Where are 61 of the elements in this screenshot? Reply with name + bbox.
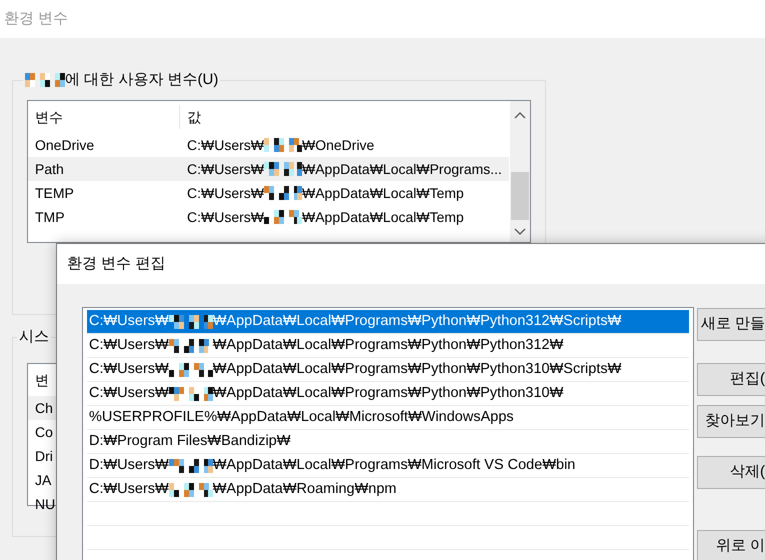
pixelated-mosaic (264, 210, 302, 224)
list-row[interactable]: Path C:₩Users₩ ₩AppData₩Local₩Programs... (28, 157, 509, 181)
table-cell-text: ₩AppData₩Local₩Programs... (302, 160, 502, 179)
pixelated-mosaic (25, 73, 65, 87)
pixelated-mosaic (168, 482, 213, 496)
path-text: C:₩Users₩ (89, 312, 169, 331)
table-cell-text: C:₩Users₩ (187, 184, 264, 202)
path-text: ₩AppData₩Local₩Programs₩Python₩Python310₩ (212, 384, 564, 403)
path-entry[interactable]: D:₩Program Files₩Bandizip₩ (87, 430, 689, 454)
column-header: 변수 (34, 108, 64, 126)
scroll-down-icon[interactable] (514, 228, 526, 236)
table-cell-text: C:₩Users₩ (187, 160, 264, 178)
pixelated-mosaic (264, 138, 302, 152)
path-text: ₩AppData₩Local₩Programs₩Python₩Python310₩Scripts₩ (212, 360, 622, 379)
pixelated-mosaic (168, 386, 213, 400)
dialog-button[interactable]: 편집( (697, 363, 765, 396)
table-cell-text: TEMP (34, 184, 75, 202)
list-row[interactable]: TEMP C:₩Users₩ ₩AppData₩Local₩Temp (28, 181, 509, 205)
path-text: D:₩Users₩ (89, 456, 169, 475)
path-text: ₩AppData₩Local₩Programs₩Microsoft VS Code₩bin (212, 456, 576, 475)
path-text: ₩AppData₩Local₩Programs₩Python₩Python312₩Scripts₩ (212, 312, 622, 331)
table-cell-text: ₩AppData₩Local₩Temp (302, 184, 464, 203)
list-row[interactable]: OneDrive C:₩Users₩ ₩OneDrive (28, 133, 509, 157)
dialog-button[interactable]: 새로 만들 (697, 308, 765, 341)
column-header: 변 (34, 370, 50, 390)
scroll-thumb[interactable] (511, 172, 529, 220)
group-label: 에 대한 사용자 변수(U) (65, 71, 218, 89)
column-header: 값 (186, 108, 201, 126)
group-label: 시스 (19, 328, 49, 346)
list-row[interactable]: C:₩Users₩ ₩AppData₩Roaming₩npm (87, 478, 689, 502)
list-row[interactable]: C:₩Users₩ ₩AppData₩Local₩Programs₩Python₩Python310₩Scripts₩ (87, 358, 689, 382)
path-entry[interactable]: %USERPROFILE%₩AppData₩Local₩Microsoft₩WindowsApps (87, 406, 689, 430)
table-cell-text: OneDrive (34, 136, 96, 154)
pixelated-mosaic (264, 162, 302, 176)
list-row[interactable]: TMP C:₩Users₩ ₩AppData₩Local₩Temp (28, 205, 509, 229)
path-text: C:₩Users₩ (89, 384, 169, 403)
scroll-up-icon[interactable] (514, 111, 526, 119)
table-cell-text: C:₩Users₩ (187, 208, 264, 226)
list-row[interactable]: C:₩Users₩ ₩AppData₩Local₩Programs₩Python₩Python312₩ (87, 334, 689, 358)
dialog-button[interactable]: 위로 이 (697, 530, 765, 560)
dialog-title: 환경 변수 편집 (57, 244, 765, 284)
pixelated-mosaic (168, 362, 213, 376)
path-text: ₩AppData₩Local₩Programs₩Python₩Python312₩ (212, 336, 564, 355)
table-cell-text: Path (34, 160, 65, 178)
table-cell-text: TMP (34, 208, 66, 226)
path-text: ₩AppData₩Roaming₩npm (212, 480, 396, 499)
path-text: C:₩Users₩ (89, 336, 169, 355)
dialog-button[interactable]: 삭제( (697, 456, 765, 489)
list-row[interactable]: D:₩Users₩ ₩AppData₩Local₩Programs₩Microsoft VS Code₩bin (87, 454, 689, 478)
path-text: C:₩Users₩ (89, 360, 169, 379)
pixelated-mosaic (168, 314, 213, 328)
table-cell-text: ₩OneDrive (302, 136, 374, 154)
table-cell-text: C:₩Users₩ (187, 136, 264, 154)
path-text: C:₩Users₩ (89, 480, 169, 499)
pixelated-mosaic (168, 458, 213, 472)
dialog-button[interactable]: 찾아보기 (697, 405, 765, 438)
window-title: 환경 변수 (0, 0, 765, 38)
pixelated-mosaic (264, 186, 302, 200)
list-row[interactable]: C:₩Users₩ ₩AppData₩Local₩Programs₩Python₩Python312₩Scripts₩ (87, 310, 689, 334)
list-row[interactable]: C:₩Users₩ ₩AppData₩Local₩Programs₩Python₩Python310₩ (87, 382, 689, 406)
table-cell-text: ₩AppData₩Local₩Temp (302, 208, 464, 227)
